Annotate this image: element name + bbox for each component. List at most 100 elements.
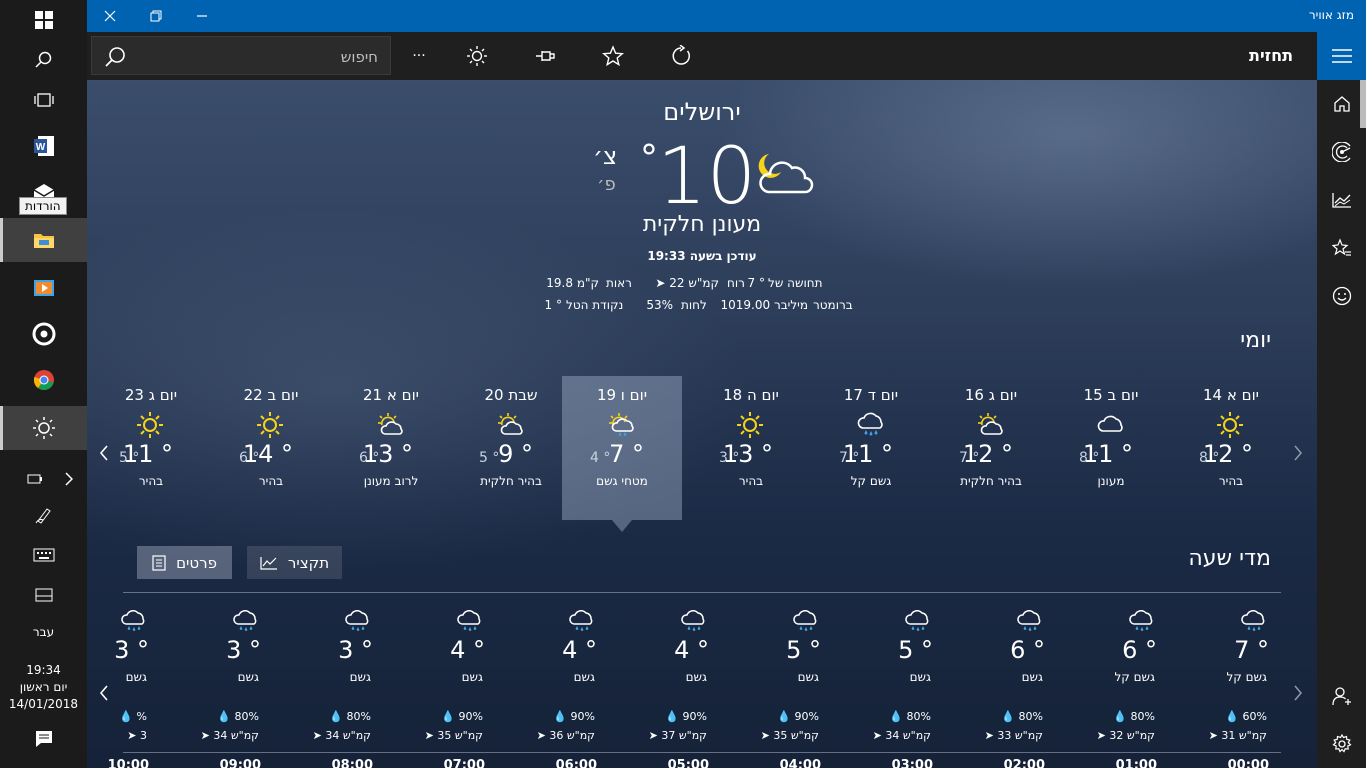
notifications-button[interactable] <box>0 726 87 752</box>
chart-icon <box>1331 193 1351 208</box>
day-tile[interactable]: יום ד 17 11 ° 7 ° גשם קל <box>811 376 931 520</box>
day-condition: בהיר <box>1218 474 1244 488</box>
battery-icon <box>27 474 42 484</box>
taskbar-word[interactable]: W <box>0 124 87 168</box>
pen-workspace-button[interactable] <box>0 502 87 528</box>
day-condition: בהיר חלקית <box>960 474 1022 488</box>
hour-wind: ➤ 34 קמ"ש <box>873 729 931 742</box>
nav-maps[interactable] <box>1317 130 1366 174</box>
clock[interactable]: 19:34 יום ראשון 14/01/2018 <box>0 662 87 713</box>
pin-button[interactable] <box>531 42 559 70</box>
hourly-next-arrow[interactable] <box>1293 682 1303 706</box>
menu-button[interactable] <box>1317 32 1366 80</box>
nav-places[interactable] <box>1317 226 1366 270</box>
day-tile[interactable]: יום א 14 12 ° 8 ° בהיר <box>1171 376 1291 520</box>
battery-tray[interactable] <box>0 466 87 492</box>
search-button[interactable] <box>0 40 87 80</box>
day-condition: גשם קל <box>850 474 892 488</box>
summary-tab-label: תקציר <box>287 553 330 572</box>
more-button[interactable]: ··· <box>405 42 433 70</box>
theme-button[interactable] <box>463 42 491 70</box>
search-icon[interactable] <box>104 46 126 72</box>
hour-temp: 3 ° <box>226 636 261 664</box>
day-name: יום ב 15 <box>1083 386 1139 404</box>
restore-button[interactable] <box>133 0 179 32</box>
wind-arrow-icon: ➤ <box>200 729 214 742</box>
chevron-right-icon[interactable] <box>65 472 73 486</box>
hour-column: 3 ° גשם 💧 80% ➤ 34 קמ"ש 09:00 <box>153 608 265 768</box>
close-button[interactable] <box>87 0 133 32</box>
hour-column: 4 ° גשם 💧 90% ➤ 36 קמ"ש 06:00 <box>489 608 601 768</box>
hour-column: 6 ° גשם 💧 80% ➤ 33 קמ"ש 02:00 <box>937 608 1049 768</box>
hour-temp: 7 ° <box>1234 636 1269 664</box>
language-indicator[interactable]: עבר <box>0 620 87 644</box>
home-icon <box>1333 96 1350 112</box>
scrollbar[interactable] <box>1360 80 1366 128</box>
taskbar-groove[interactable] <box>0 312 87 356</box>
taskbar-file-explorer[interactable] <box>0 218 87 262</box>
taskbar-weather[interactable] <box>0 406 87 450</box>
details-tab[interactable]: פרטים <box>137 546 232 579</box>
hour-precip-value: 80% <box>346 710 371 723</box>
unit-celsius-toggle[interactable]: צ׳ <box>593 142 617 170</box>
favorite-button[interactable] <box>599 42 627 70</box>
wind-arrow-icon: ➤ <box>1096 729 1110 742</box>
hour-wind: ➤ 35 קמ"ש <box>761 729 819 742</box>
hour-temp: 5 ° <box>898 636 933 664</box>
day-tile[interactable]: יום ה 18 13 ° 3 ° בהיר <box>691 376 811 520</box>
nav-account[interactable] <box>1317 674 1366 718</box>
day-tile[interactable]: יום ב 22 14 ° 6 ° בהיר <box>211 376 331 520</box>
hour-time: 05:00 <box>667 758 709 768</box>
dewpoint-value: 1 ° <box>544 298 562 312</box>
restore-icon <box>150 10 162 22</box>
nav-news[interactable] <box>1317 274 1366 318</box>
day-name: יום ג 23 <box>124 386 178 404</box>
touch-keyboard-button[interactable] <box>0 542 87 568</box>
hour-wind-value: 36 קמ"ש <box>549 729 595 742</box>
nav-forecast[interactable] <box>1317 82 1366 126</box>
day-tile[interactable]: יום ג 23 11 ° 5 ° בהיר <box>91 376 211 520</box>
moon-cloud-icon <box>755 148 815 200</box>
day-low-temp: 7 ° <box>839 450 860 466</box>
add-user-icon <box>1331 687 1351 706</box>
rain-cloud-icon <box>1017 610 1043 638</box>
hour-column: 4 ° גשם 💧 90% ➤ 35 קמ"ש 07:00 <box>377 608 489 768</box>
hour-condition: גשם <box>573 670 595 684</box>
hour-temp: 6 ° <box>1010 636 1045 664</box>
hour-wind: ➤ 33 קמ"ש <box>985 729 1043 742</box>
day-condition: בהיר <box>138 474 164 488</box>
summary-tab[interactable]: תקציר <box>247 546 342 579</box>
day-low-temp: 6 ° <box>239 450 260 466</box>
wind-label: רוח <box>727 276 745 290</box>
sun-rain-icon <box>608 412 636 442</box>
hour-time: 09:00 <box>219 758 261 768</box>
unit-fahrenheit-toggle[interactable]: פ׳ <box>597 174 616 195</box>
hour-wind: ➤ 37 קמ"ש <box>649 729 707 742</box>
search-box[interactable]: חיפוש <box>91 36 391 75</box>
day-tile-selected[interactable]: יום ו 19 7 ° 4 ° מטחי גשם <box>562 376 682 532</box>
refresh-button[interactable] <box>667 42 695 70</box>
start-button[interactable] <box>0 0 87 40</box>
hour-time: 06:00 <box>555 758 597 768</box>
day-tile[interactable]: יום א 21 13 ° 6 ° לרוב מעונן <box>331 376 451 520</box>
day-tile[interactable]: יום ב 15 11 ° 8 ° מעונן <box>1051 376 1171 520</box>
minimize-button[interactable] <box>179 0 225 32</box>
visibility-label: ראות <box>606 276 632 290</box>
action-center-tray[interactable] <box>0 582 87 608</box>
wind-arrow-icon: ➤ <box>536 729 550 742</box>
day-tile[interactable]: יום ג 16 12 ° 7 ° בהיר חלקית <box>931 376 1051 520</box>
command-bar: חיפוש ··· תחזית <box>87 32 1317 80</box>
task-view-button[interactable] <box>0 80 87 120</box>
hour-time: 00:00 <box>1227 758 1269 768</box>
day-high-temp: 7 ° <box>609 440 644 468</box>
day-tile[interactable]: שבת 20 9 ° 5 ° בהיר חלקית <box>451 376 571 520</box>
rain-cloud-icon <box>905 610 931 638</box>
raindrop-icon: 💧 <box>777 710 795 723</box>
day-name: יום ה 18 <box>723 386 779 404</box>
taskbar-chrome[interactable] <box>0 358 87 402</box>
nav-settings[interactable] <box>1317 722 1366 766</box>
daily-next-arrow[interactable] <box>1293 442 1303 466</box>
taskbar-movies[interactable] <box>0 266 87 310</box>
nav-historical[interactable] <box>1317 178 1366 222</box>
raindrop-icon: 💧 <box>1001 710 1019 723</box>
